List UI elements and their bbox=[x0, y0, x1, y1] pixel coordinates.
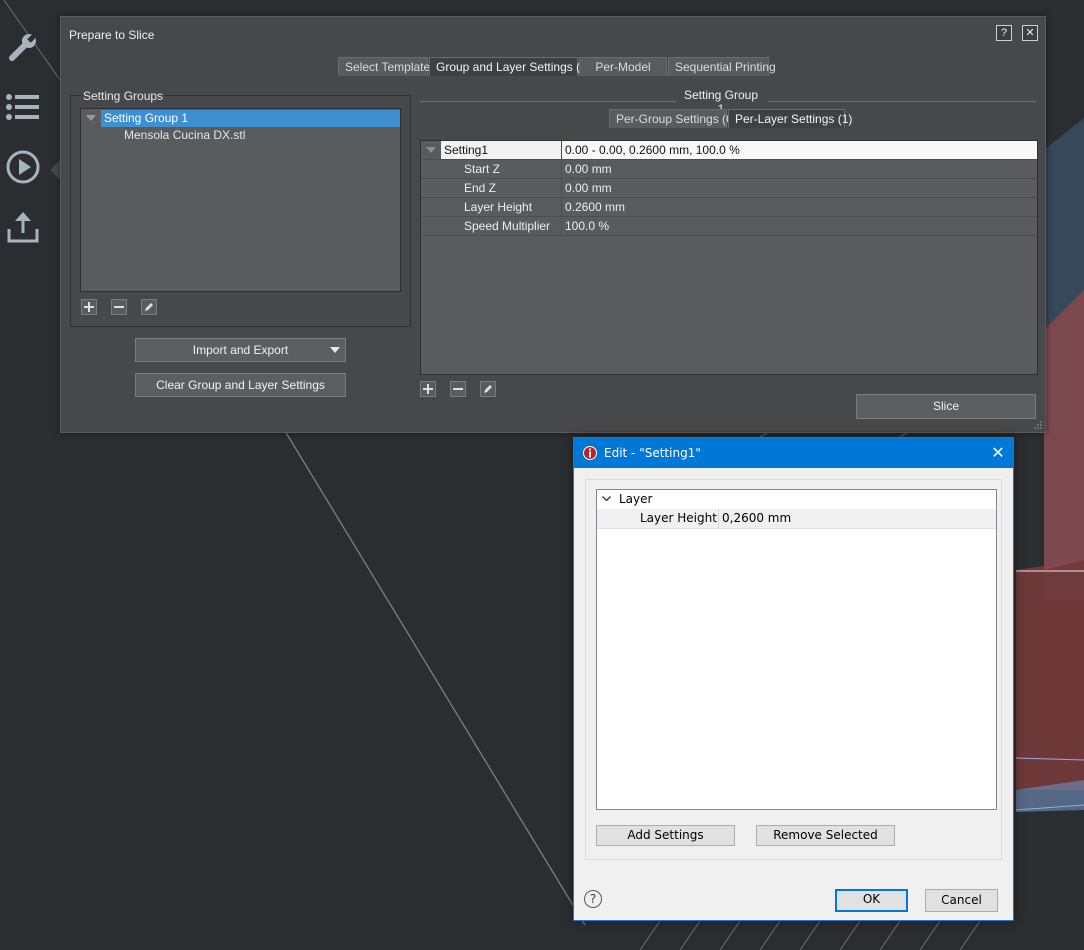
remove-group-button[interactable] bbox=[111, 299, 127, 315]
column-divider bbox=[718, 509, 719, 528]
plus-icon bbox=[84, 302, 94, 312]
edit-dialog-close-button[interactable]: ✕ bbox=[983, 438, 1013, 468]
pencil-icon bbox=[484, 385, 492, 393]
setting-groups-box: Setting Groups Setting Group 1 Mensola C… bbox=[70, 89, 411, 327]
import-export-dropdown[interactable]: Import and Export bbox=[135, 338, 346, 362]
setting-value[interactable]: 0.00 mm bbox=[565, 160, 612, 178]
setting-name-parent[interactable]: Setting1 bbox=[441, 141, 561, 159]
header-divider-left bbox=[420, 101, 676, 102]
groups-tree[interactable]: Setting Group 1 Mensola Cucina DX.stl bbox=[80, 108, 401, 292]
export-icon bbox=[7, 212, 39, 243]
info-icon bbox=[583, 446, 597, 460]
grid-row[interactable]: End Z 0.00 mm bbox=[421, 179, 1037, 198]
layer-settings-grid[interactable]: Setting1 0.00 - 0.00, 0.2600 mm, 100.0 %… bbox=[420, 140, 1038, 375]
category-row[interactable]: Layer bbox=[597, 490, 996, 510]
ok-button[interactable]: OK bbox=[835, 889, 908, 912]
collapse-triangle-icon[interactable] bbox=[426, 147, 436, 154]
chevron-down-icon bbox=[330, 347, 340, 353]
remove-layer-setting-button[interactable] bbox=[450, 381, 466, 397]
tab-per-layer-settings[interactable]: Per-Layer Settings (1) bbox=[728, 109, 852, 128]
grid-row[interactable]: Speed Multiplier 100.0 % bbox=[421, 217, 1037, 236]
plus-icon bbox=[423, 384, 433, 394]
add-settings-button[interactable]: Add Settings bbox=[596, 825, 735, 846]
minus-icon bbox=[453, 388, 463, 390]
edit-layer-setting-button[interactable] bbox=[480, 381, 496, 397]
tab-sequential-printing[interactable]: Sequential Printing bbox=[668, 57, 776, 76]
setting-name: Layer Height bbox=[464, 200, 533, 214]
dialog-title: Prepare to Slice bbox=[69, 28, 155, 42]
cancel-button[interactable]: Cancel bbox=[925, 889, 998, 912]
model-item[interactable]: Mensola Cucina DX.stl bbox=[124, 127, 245, 144]
grid-row[interactable]: Start Z 0.00 mm bbox=[421, 160, 1037, 179]
play-icon bbox=[6, 150, 40, 184]
tab-group-layer-settings[interactable]: Group and Layer Settings (1) bbox=[429, 57, 591, 76]
setting-value[interactable]: 0.2600 mm bbox=[565, 198, 625, 216]
edit-setting-dialog: Edit - "Setting1" ✕ Layer Layer Height 0… bbox=[573, 437, 1014, 921]
setting-row[interactable]: Layer Height 0,2600 mm bbox=[597, 509, 996, 529]
setting-name: End Z bbox=[464, 181, 497, 195]
setting-group-item[interactable]: Setting Group 1 bbox=[101, 110, 400, 127]
setting-value[interactable]: 100.0 % bbox=[565, 217, 609, 235]
setting-value-field[interactable]: 0,2600 mm bbox=[722, 511, 791, 525]
prepare-slice-button[interactable] bbox=[4, 148, 42, 186]
edit-settings-tree[interactable]: Layer Layer Height 0,2600 mm bbox=[596, 489, 997, 810]
prepare-to-slice-dialog: Prepare to Slice ? ✕ Select Template Gro… bbox=[60, 16, 1046, 433]
tab-per-group-settings[interactable]: Per-Group Settings (6) bbox=[609, 109, 737, 128]
column-divider bbox=[561, 141, 562, 236]
setting-value[interactable]: 0.00 mm bbox=[565, 179, 612, 197]
add-layer-setting-button[interactable] bbox=[420, 381, 436, 397]
edit-dialog-titlebar[interactable]: Edit - "Setting1" ✕ bbox=[574, 438, 1013, 468]
edit-dialog-title: Edit - "Setting1" bbox=[604, 446, 701, 460]
export-button[interactable] bbox=[4, 208, 42, 246]
edit-help-button[interactable]: ? bbox=[584, 890, 602, 908]
help-button[interactable]: ? bbox=[996, 25, 1012, 41]
remove-selected-button[interactable]: Remove Selected bbox=[756, 825, 895, 846]
add-group-button[interactable] bbox=[81, 299, 97, 315]
collapse-triangle-icon[interactable] bbox=[86, 115, 96, 122]
import-export-label: Import and Export bbox=[192, 343, 289, 357]
grid-row[interactable]: Layer Height 0.2600 mm bbox=[421, 198, 1037, 217]
tab-select-template[interactable]: Select Template bbox=[338, 57, 430, 76]
list-icon bbox=[6, 94, 39, 120]
category-label: Layer bbox=[619, 492, 653, 506]
grid-row-parent[interactable]: Setting1 0.00 - 0.00, 0.2600 mm, 100.0 % bbox=[421, 141, 1037, 160]
minus-icon bbox=[114, 306, 124, 308]
close-button[interactable]: ✕ bbox=[1022, 25, 1038, 41]
wrench-button[interactable] bbox=[4, 28, 42, 66]
resize-grip-icon[interactable] bbox=[1033, 420, 1043, 430]
edit-group-button[interactable] bbox=[141, 299, 157, 315]
clear-group-layer-button[interactable]: Clear Group and Layer Settings bbox=[135, 373, 346, 397]
setting-name: Speed Multiplier bbox=[464, 219, 551, 233]
setting-name: Start Z bbox=[464, 162, 501, 176]
header-divider-right bbox=[768, 101, 1036, 102]
slice-button[interactable]: Slice bbox=[856, 394, 1036, 419]
setting-name-label: Layer Height bbox=[640, 511, 717, 525]
edit-settings-frame: Layer Layer Height 0,2600 mm Add Setting… bbox=[585, 479, 1002, 860]
setting-value-parent[interactable]: 0.00 - 0.00, 0.2600 mm, 100.0 % bbox=[562, 141, 1037, 159]
chevron-down-icon[interactable] bbox=[602, 496, 611, 502]
main-tabs: Select Template Group and Layer Settings… bbox=[338, 57, 776, 77]
active-indicator bbox=[50, 160, 60, 180]
tab-per-model[interactable]: Per-Model bbox=[579, 57, 667, 76]
list-button[interactable] bbox=[4, 88, 42, 126]
wrench-icon bbox=[9, 31, 39, 61]
pencil-icon bbox=[145, 303, 153, 311]
tree-row-group[interactable]: Setting Group 1 bbox=[81, 110, 400, 127]
sub-tabs: Per-Group Settings (6) Per-Layer Setting… bbox=[609, 109, 852, 129]
setting-groups-label: Setting Groups bbox=[81, 89, 166, 103]
